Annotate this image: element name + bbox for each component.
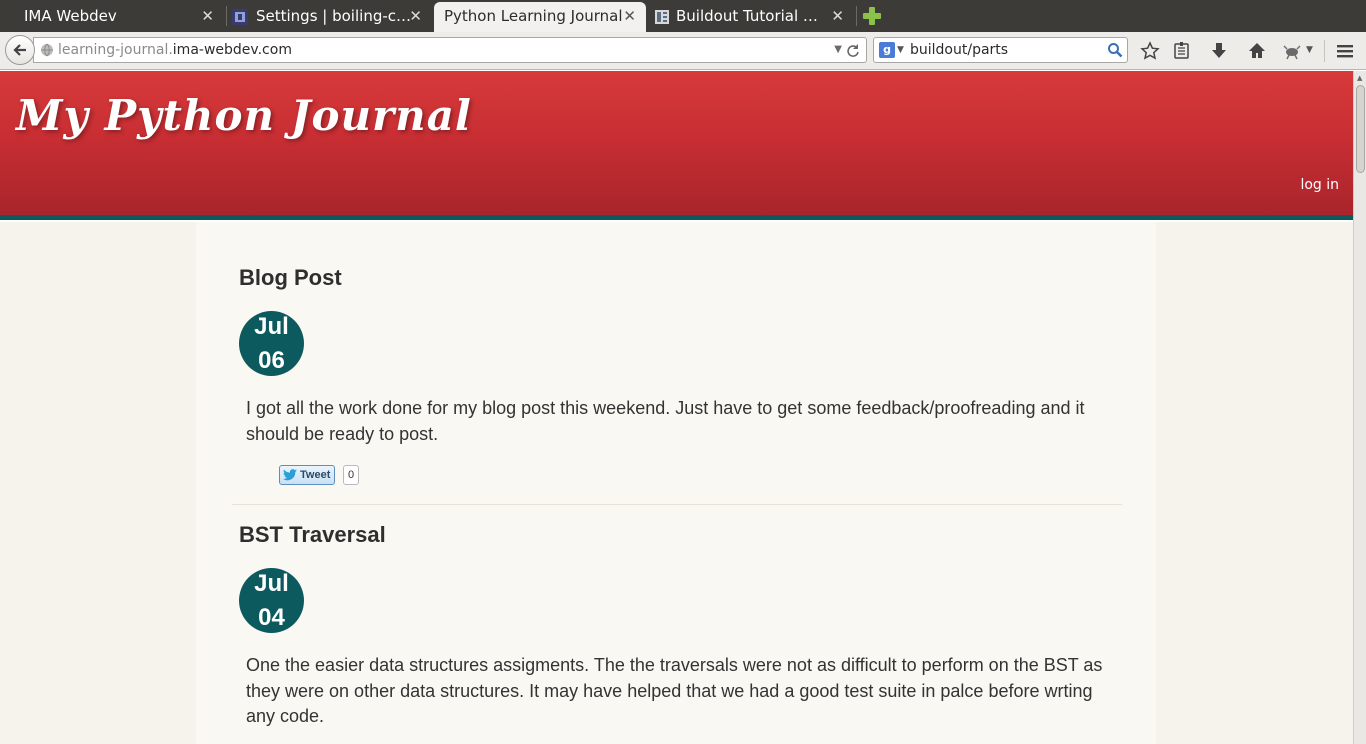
tweet-button[interactable]: Tweet: [279, 465, 336, 485]
search-value: buildout/parts: [910, 42, 1009, 58]
reading-list-icon[interactable]: [1172, 41, 1192, 61]
close-icon[interactable]: ✕: [201, 2, 214, 30]
date-badge: Jul 06: [239, 311, 304, 376]
close-icon[interactable]: ✕: [831, 2, 844, 30]
tab-buildout-tutorial[interactable]: Buildout Tutorial … ✕: [654, 2, 854, 32]
page-viewport: My Python Journal log in Blog Post Jul 0…: [0, 71, 1366, 744]
page-scrollbar[interactable]: ▲: [1353, 71, 1366, 744]
date-month: Jul: [254, 313, 289, 340]
download-icon[interactable]: [1209, 41, 1229, 61]
close-icon[interactable]: ✕: [409, 2, 422, 30]
reload-icon[interactable]: [846, 43, 860, 57]
search-input[interactable]: g ▼ buildout/parts: [873, 37, 1128, 63]
post-title[interactable]: BST Traversal: [239, 522, 1119, 548]
close-icon[interactable]: ✕: [623, 2, 636, 30]
home-icon[interactable]: [1247, 41, 1267, 61]
date-day: 06: [258, 347, 285, 374]
post-blog-post: Blog Post Jul 06 I got all the work done…: [239, 265, 1119, 485]
back-button[interactable]: [5, 35, 35, 65]
url-subdomain: learning-journal.: [58, 42, 173, 58]
extension-icon[interactable]: [1283, 41, 1303, 61]
tab-label: Python Learning Journal: [444, 7, 623, 25]
chevron-down-icon[interactable]: ▼: [897, 38, 904, 62]
site-header: My Python Journal log in: [0, 71, 1353, 215]
tab-separator: [856, 6, 857, 26]
bookmark-star-icon[interactable]: [1140, 41, 1160, 61]
post-body: One the easier data structures assigment…: [246, 655, 1103, 726]
scrollbar-thumb[interactable]: [1356, 85, 1365, 173]
tab-label: Settings | boiling-c…: [256, 7, 412, 25]
toolbar-separator: [1324, 40, 1325, 62]
post-body: I got all the work done for my blog post…: [246, 398, 1085, 444]
post-divider: [232, 504, 1122, 505]
tweet-count: 0: [343, 465, 360, 485]
login-link[interactable]: log in: [1300, 177, 1339, 193]
chevron-down-icon[interactable]: ▼: [1306, 45, 1313, 55]
scroll-up-icon[interactable]: ▲: [1357, 74, 1362, 82]
post-bst-traversal: BST Traversal Jul 04 One the easier data…: [239, 522, 1119, 726]
tweet-label: Tweet: [300, 469, 331, 481]
search-engine-icon[interactable]: g: [879, 42, 895, 58]
back-arrow-icon: [13, 44, 26, 56]
new-tab-icon[interactable]: [862, 6, 882, 26]
menu-icon[interactable]: [1335, 41, 1355, 61]
tab-ima-webdev[interactable]: IMA Webdev ✕: [0, 2, 224, 32]
tab-label: IMA Webdev: [24, 7, 117, 25]
date-month: Jul: [254, 570, 289, 597]
site-favicon-icon: [232, 9, 248, 25]
url-history-dropdown-icon[interactable]: ▼: [834, 38, 842, 62]
document-favicon-icon: [655, 10, 669, 24]
url-domain: ima-webdev.com: [172, 42, 292, 58]
date-badge: Jul 04: [239, 568, 304, 633]
url-bar[interactable]: learning-journal.ima-webdev.com ▼: [33, 37, 867, 63]
date-day: 04: [258, 604, 285, 631]
post-title[interactable]: Blog Post: [239, 265, 1119, 291]
twitter-bird-icon: [283, 469, 297, 481]
tab-separator: [226, 6, 227, 26]
site-title[interactable]: My Python Journal: [16, 91, 472, 140]
search-icon[interactable]: [1107, 42, 1123, 58]
globe-icon: [41, 43, 53, 57]
tab-label: Buildout Tutorial …: [676, 7, 818, 25]
browser-tab-strip: IMA Webdev ✕ Settings | boiling-c… ✕ Pyt…: [0, 0, 1366, 32]
tab-python-learning-journal[interactable]: Python Learning Journal ✕: [434, 2, 646, 32]
tab-settings[interactable]: Settings | boiling-c… ✕: [232, 2, 432, 32]
browser-toolbar: learning-journal.ima-webdev.com ▼ g ▼ bu…: [0, 32, 1366, 70]
